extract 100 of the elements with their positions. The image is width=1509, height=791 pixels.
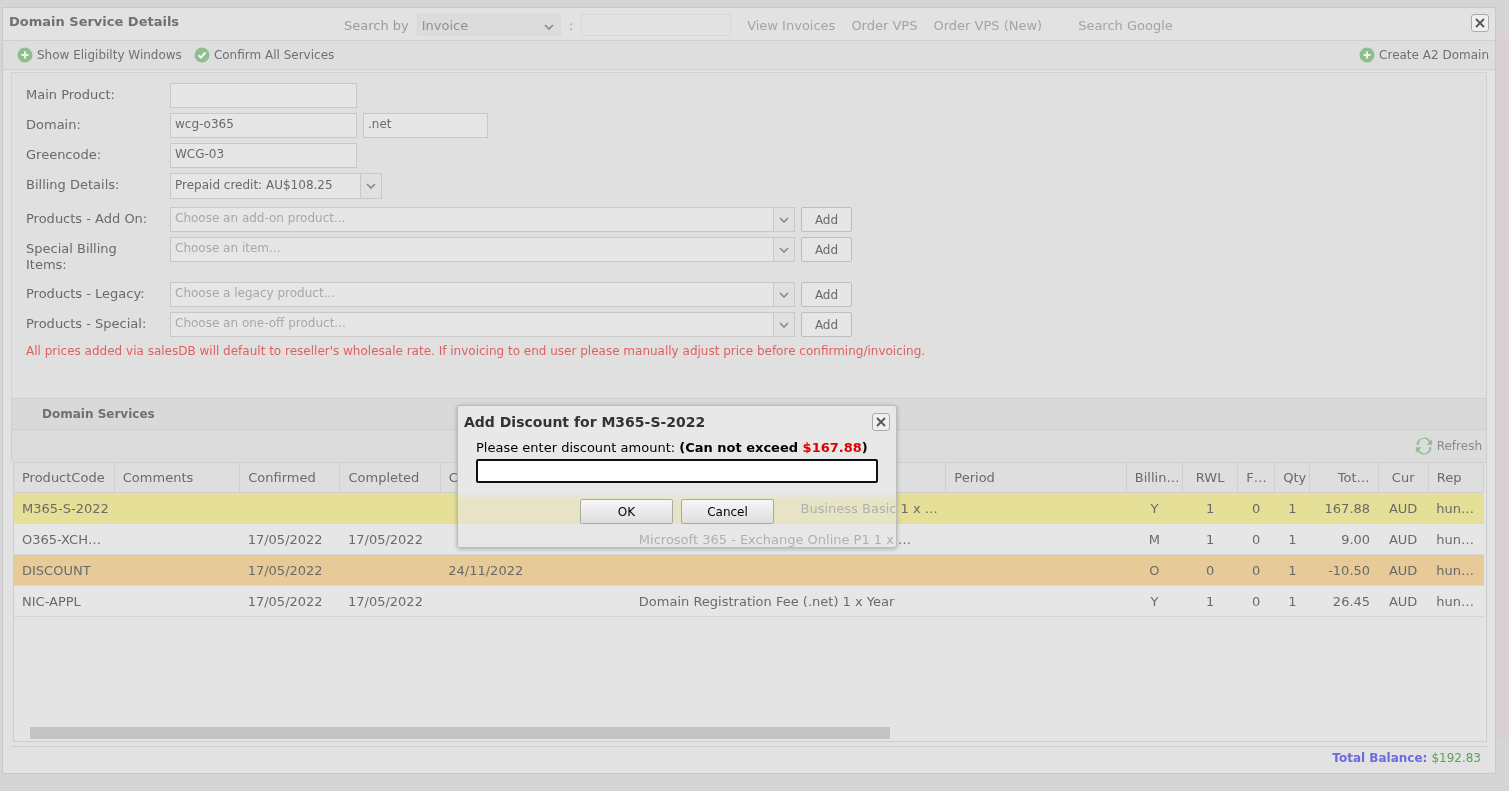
column-header[interactable]: Cur — [1378, 463, 1429, 493]
table-cell: O365-XCH… — [22, 531, 101, 547]
table-cell: 1 — [1288, 593, 1297, 609]
table-cell: 1 — [1205, 500, 1215, 516]
table-cell: 26.45 — [1332, 593, 1371, 609]
column-header[interactable]: F… — [1237, 463, 1275, 493]
table-cell: Y — [1150, 593, 1159, 609]
table-cell: 9.00 — [1341, 531, 1371, 547]
table-cell: M — [1148, 531, 1161, 547]
column-header[interactable]: Comments — [114, 463, 240, 493]
field-label: Greencode: — [26, 146, 103, 163]
table-cell: DISCOUNT — [22, 562, 91, 578]
add-button[interactable]: Add — [801, 237, 852, 262]
add-button[interactable]: Add — [801, 282, 852, 307]
table-cell: AUD — [1388, 593, 1418, 609]
close-button[interactable] — [872, 413, 890, 431]
table-cell: 1 — [1288, 531, 1297, 547]
table-row[interactable]: DISCOUNT 17/05/2022 24/11/2022 O 0 0 1 -10.50 AUD hun… — [14, 554, 1484, 586]
column-header[interactable]: Rep — [1428, 463, 1484, 493]
column-header[interactable]: Confirmed — [239, 463, 340, 493]
table-cell: -10.50 — [1328, 562, 1371, 578]
table-cell: M365-S-2022 — [22, 500, 109, 516]
caret-icon — [366, 183, 376, 189]
field-label: Products - Add On: — [26, 210, 149, 227]
table-cell: 17/05/2022 — [247, 531, 323, 547]
field-label: Special Billing Items: — [26, 240, 118, 273]
column-header[interactable]: Tot… — [1309, 463, 1379, 493]
field-label: Billing Details: — [26, 176, 121, 193]
refresh-button[interactable]: Refresh — [1409, 436, 1486, 456]
caret-icon — [543, 23, 554, 30]
column-header[interactable]: ProductCode — [14, 463, 115, 493]
table-cell: 1 — [1205, 531, 1215, 547]
toolbar-button[interactable]: Show Eligibilty Windows — [15, 47, 184, 63]
table-cell: 17/05/2022 — [247, 562, 323, 578]
add-button[interactable]: Add — [801, 312, 852, 337]
toolbar-label: : — [568, 17, 574, 33]
table-cell: Business Basic 1 x … — [800, 500, 938, 516]
close-icon — [876, 417, 886, 427]
column-header[interactable]: Completed — [339, 463, 441, 493]
notice-text: All prices added via salesDB will default to reseller's wholesale rate. If invoicing to end user please manually adjust price before confirming/invoicing. — [26, 344, 926, 358]
table-cell: 17/05/2022 — [247, 593, 323, 609]
caret-icon — [779, 216, 789, 223]
field-label: Products - Legacy: — [26, 285, 146, 302]
plus-circle-icon — [1359, 47, 1376, 63]
scrollbar-thumb[interactable] — [30, 727, 890, 739]
total-value: $192.83 — [1431, 751, 1481, 765]
table-cell: 0 — [1252, 593, 1261, 609]
window-title: Domain Service Details — [9, 13, 180, 29]
dialog-button[interactable]: Cancel — [681, 499, 774, 524]
table-cell: AUD — [1388, 531, 1418, 547]
table-cell: 0 — [1252, 500, 1261, 516]
table-cell: hun… — [1436, 531, 1474, 547]
table-cell: 24/11/2022 — [448, 562, 524, 578]
section-title: Domain Services — [42, 407, 155, 421]
table-cell: AUD — [1388, 562, 1418, 578]
table-cell: Y — [1150, 500, 1159, 516]
prompt-text: Please enter discount amount: (Can not exceed $167.88) — [476, 440, 869, 455]
close-icon — [1475, 18, 1485, 28]
table-cell: O — [1149, 562, 1160, 578]
table-cell: 0 — [1252, 562, 1261, 578]
column-header[interactable]: Qty — [1274, 463, 1310, 493]
refresh-icon — [1413, 436, 1434, 456]
table-cell: 1 — [1205, 593, 1215, 609]
table-cell: 17/05/2022 — [347, 531, 423, 547]
toolbar-label: Search by — [344, 17, 409, 33]
table-cell: 1 — [1288, 500, 1297, 516]
add-button[interactable]: Add — [801, 207, 852, 232]
toolbar-button[interactable]: Create A2 Domain — [1357, 47, 1491, 63]
table-cell: hun… — [1436, 593, 1474, 609]
field-label: Main Product: — [26, 86, 116, 103]
table-cell: NIC-APPL — [22, 593, 81, 609]
total-label: Total Balance: — [1332, 751, 1428, 765]
field-label: Domain: — [26, 116, 82, 133]
close-button[interactable] — [1471, 14, 1489, 32]
column-header[interactable]: Period — [945, 463, 1127, 493]
table-cell: 0 — [1252, 531, 1261, 547]
billing-select[interactable]: Prepaid credit: AU$108.25 — [170, 173, 382, 199]
table-cell: hun… — [1436, 500, 1474, 516]
table-row[interactable]: NIC-APPL 17/05/2022 17/05/2022 Domain Registration Fee (.net) 1 x Year Y 1 0 1 26.45 AUD hun… — [14, 585, 1484, 617]
plus-circle-icon — [17, 47, 33, 63]
input-field[interactable] — [170, 83, 357, 108]
input-field[interactable]: .net — [363, 113, 488, 138]
table-cell: AUD — [1388, 500, 1418, 516]
toolbar-button[interactable]: Confirm All Services — [191, 47, 337, 63]
column-header[interactable]: RWL — [1182, 463, 1238, 493]
table-cell: 167.88 — [1324, 500, 1371, 516]
check-circle-icon — [193, 47, 210, 63]
table-cell: hun… — [1436, 562, 1474, 578]
table-cell: 0 — [1205, 562, 1215, 578]
input-field[interactable]: wcg-o365 — [170, 113, 357, 138]
caret-icon — [779, 246, 789, 253]
column-header[interactable]: Billin… — [1126, 463, 1183, 493]
table-cell: 1 — [1288, 562, 1297, 578]
caret-icon — [779, 291, 789, 298]
dialog-title: Add Discount for M365-S-2022 — [464, 414, 706, 430]
discount-input[interactable] — [476, 459, 878, 483]
input-field[interactable]: WCG-03 — [170, 143, 357, 168]
search-type-select[interactable]: Invoice — [416, 14, 561, 36]
dialog-button[interactable]: OK — [580, 499, 673, 524]
caret-icon — [779, 321, 789, 328]
